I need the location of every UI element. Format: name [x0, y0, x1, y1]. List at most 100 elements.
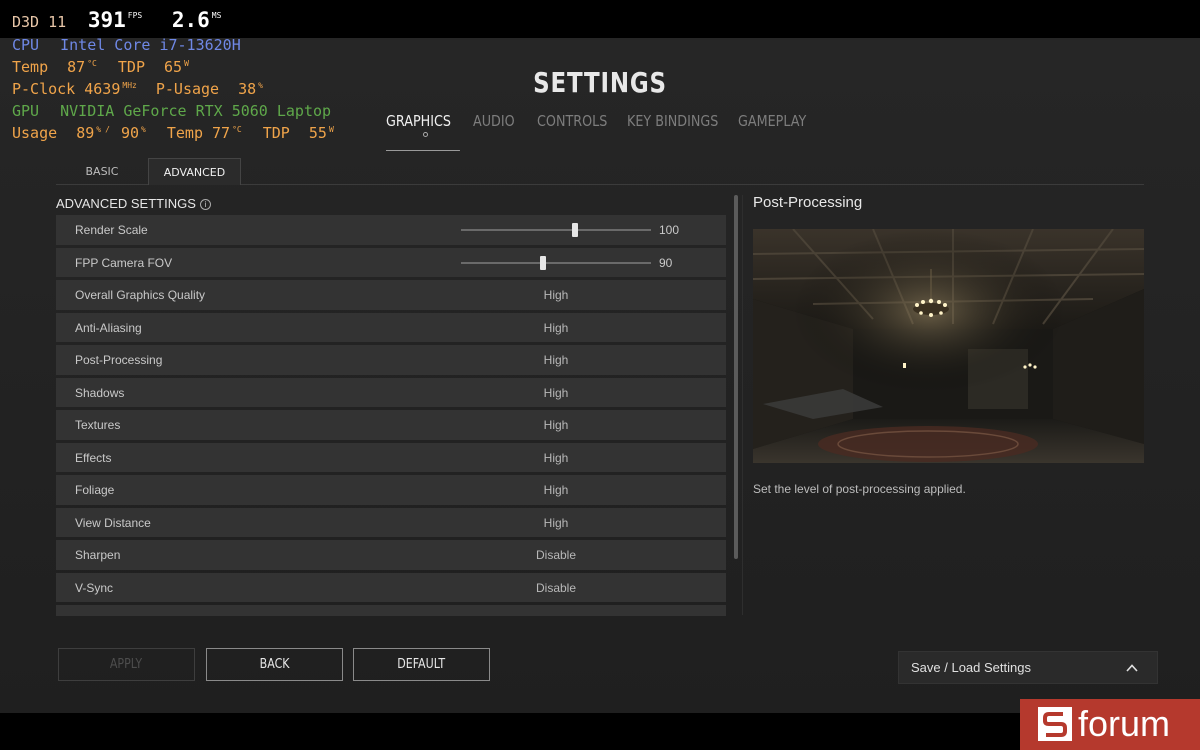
- osd-gpu-temp-label: Temp: [166, 124, 203, 142]
- tab-controls-label: CONTROLS: [537, 112, 608, 130]
- setting-value: 90: [659, 255, 673, 270]
- setting-row[interactable]: Textures High: [56, 410, 726, 440]
- osd-frametime-value: 2.6: [171, 8, 210, 32]
- setting-value[interactable]: High: [476, 443, 636, 473]
- osd-row-gpu: GPU NVIDIA GeForce RTX 5060 Laptop: [12, 100, 331, 122]
- osd-cpu-temp-value: 87: [67, 58, 86, 76]
- setting-label: V-Sync: [75, 580, 114, 595]
- osd-row-gpu-usage: Usage 89%/ 90% Temp 77 °C TDP 55 W: [12, 122, 336, 144]
- subtab-advanced[interactable]: ADVANCED: [148, 158, 241, 185]
- preview-title: Post-Processing: [753, 194, 863, 211]
- osd-fps-value: 391: [87, 8, 126, 32]
- forum-watermark: forum: [1020, 699, 1200, 750]
- advanced-settings-heading: ADVANCED SETTINGS i: [56, 196, 211, 211]
- info-icon[interactable]: i: [199, 199, 211, 210]
- tab-graphics-label: GRAPHICS: [386, 112, 451, 130]
- setting-row[interactable]: View Distance High: [56, 507, 726, 538]
- setting-label: Shadows: [75, 385, 125, 400]
- osd-row-cpu: CPU Intel Core i7-13620H: [12, 34, 241, 56]
- setting-row-render-scale: Render Scale 100: [56, 215, 726, 245]
- setting-row[interactable]: Foliage High: [56, 475, 726, 505]
- back-button-label: BACK: [259, 657, 290, 672]
- osd-gpu-label: GPU: [12, 102, 40, 120]
- preview-image: [753, 229, 1144, 463]
- setting-value[interactable]: High: [476, 378, 636, 408]
- tab-key-bindings[interactable]: KEY BINDINGS: [627, 112, 721, 142]
- settings-scrollbar[interactable]: [734, 195, 738, 559]
- setting-row[interactable]: Anti-Aliasing High: [56, 312, 726, 343]
- setting-row[interactable]: Effects High: [56, 442, 726, 473]
- panel-divider: [742, 195, 743, 615]
- osd-gpu-temp-value: 77: [212, 124, 231, 142]
- setting-label: Effects: [75, 450, 112, 465]
- osd-usage-unit: %: [96, 125, 102, 134]
- chevron-up-icon: [1126, 664, 1138, 672]
- osd-cpu-temp-unit: °C: [87, 59, 97, 68]
- setting-value[interactable]: High: [476, 345, 636, 375]
- default-button-label: DEFAULT: [397, 657, 446, 672]
- tab-graphics[interactable]: GRAPHICS: [386, 112, 460, 151]
- osd-pusage-label: P-Usage: [155, 80, 220, 98]
- setting-value[interactable]: Disable: [476, 573, 636, 603]
- osd-pusage-unit: %: [258, 81, 263, 90]
- osd-gpu-temp-unit: °C: [232, 125, 242, 134]
- osd-row-clock: P-Clock 4639 MHz P-Usage 38%: [12, 78, 265, 100]
- setting-label: Sharpen: [75, 548, 121, 562]
- slider-thumb[interactable]: [572, 223, 578, 237]
- setting-label: Foliage: [75, 483, 115, 497]
- render-scale-slider[interactable]: [461, 223, 651, 237]
- setting-value[interactable]: High: [476, 508, 636, 538]
- osd-pusage-value: 38: [238, 80, 257, 98]
- osd-usage-value: 89: [76, 124, 95, 142]
- setting-row[interactable]: Shadows High: [56, 377, 726, 408]
- tab-controls[interactable]: CONTROLS: [537, 112, 614, 142]
- advanced-settings-title: ADVANCED SETTINGS: [56, 196, 196, 211]
- screen: D3D 11 391 FPS 2.6 MS CPU Intel Core i7-13…: [0, 0, 1200, 750]
- setting-label: Anti-Aliasing: [75, 320, 142, 335]
- setting-row[interactable]: Sharpen Disable: [56, 540, 726, 570]
- setting-value[interactable]: High: [476, 475, 636, 505]
- preview-scene-image: [753, 229, 1144, 463]
- osd-cpu-tdp-value: 65: [164, 58, 183, 76]
- back-button[interactable]: BACK: [206, 648, 343, 681]
- osd-usage-sep: /: [105, 125, 110, 134]
- setting-row[interactable]: V-Sync Disable: [56, 572, 726, 603]
- default-button[interactable]: DEFAULT: [353, 648, 490, 681]
- apply-button[interactable]: APPLY: [58, 648, 195, 681]
- setting-value: 100: [659, 223, 680, 237]
- osd-row-fps: D3D 11 391 FPS 2.6 MS: [12, 9, 221, 31]
- osd-fps-unit: FPS: [127, 11, 143, 20]
- setting-value[interactable]: High: [476, 280, 636, 310]
- tab-gameplay-label: GAMEPLAY: [738, 112, 807, 130]
- active-tab-indicator: [423, 132, 428, 137]
- setting-label: View Distance: [75, 515, 151, 530]
- fov-slider[interactable]: [461, 255, 651, 270]
- setting-row[interactable]: Post-Processing High: [56, 345, 726, 375]
- slider-thumb[interactable]: [539, 255, 546, 270]
- tab-key-bindings-label: KEY BINDINGS: [627, 112, 719, 130]
- setting-label: Textures: [75, 418, 121, 432]
- osd-row-cpu-temp: Temp 87 °C TDP 65 W: [12, 56, 191, 78]
- sub-tabs: BASIC ADVANCED: [56, 158, 1144, 185]
- osd-gpu-tdp-unit: W: [328, 125, 334, 134]
- osd-cpu-name: Intel Core i7-13620H: [60, 36, 241, 54]
- osd-usage-label: Usage: [12, 124, 58, 142]
- setting-value[interactable]: Disable: [476, 540, 636, 570]
- osd-usage-value2: 90: [120, 124, 139, 142]
- setting-value[interactable]: High: [476, 410, 636, 440]
- apply-button-label: APPLY: [110, 657, 143, 672]
- setting-row[interactable]: [56, 605, 726, 616]
- setting-row[interactable]: Overall Graphics Quality High: [56, 280, 726, 310]
- setting-label: Overall Graphics Quality: [75, 288, 206, 302]
- setting-value[interactable]: High: [476, 313, 636, 343]
- preview-description: Set the level of post-processing applied…: [753, 482, 966, 496]
- osd-pclock-unit: MHz: [122, 81, 137, 90]
- subtab-basic[interactable]: BASIC: [56, 158, 148, 185]
- osd-usage-unit2: %: [141, 125, 146, 134]
- setting-label: FPP Camera FOV: [75, 255, 173, 270]
- tab-audio-label: AUDIO: [473, 112, 515, 130]
- tab-audio[interactable]: AUDIO: [473, 112, 527, 142]
- setting-label: Post-Processing: [75, 353, 163, 367]
- tab-gameplay[interactable]: GAMEPLAY: [738, 112, 806, 142]
- save-load-settings-dropdown[interactable]: Save / Load Settings: [898, 651, 1158, 684]
